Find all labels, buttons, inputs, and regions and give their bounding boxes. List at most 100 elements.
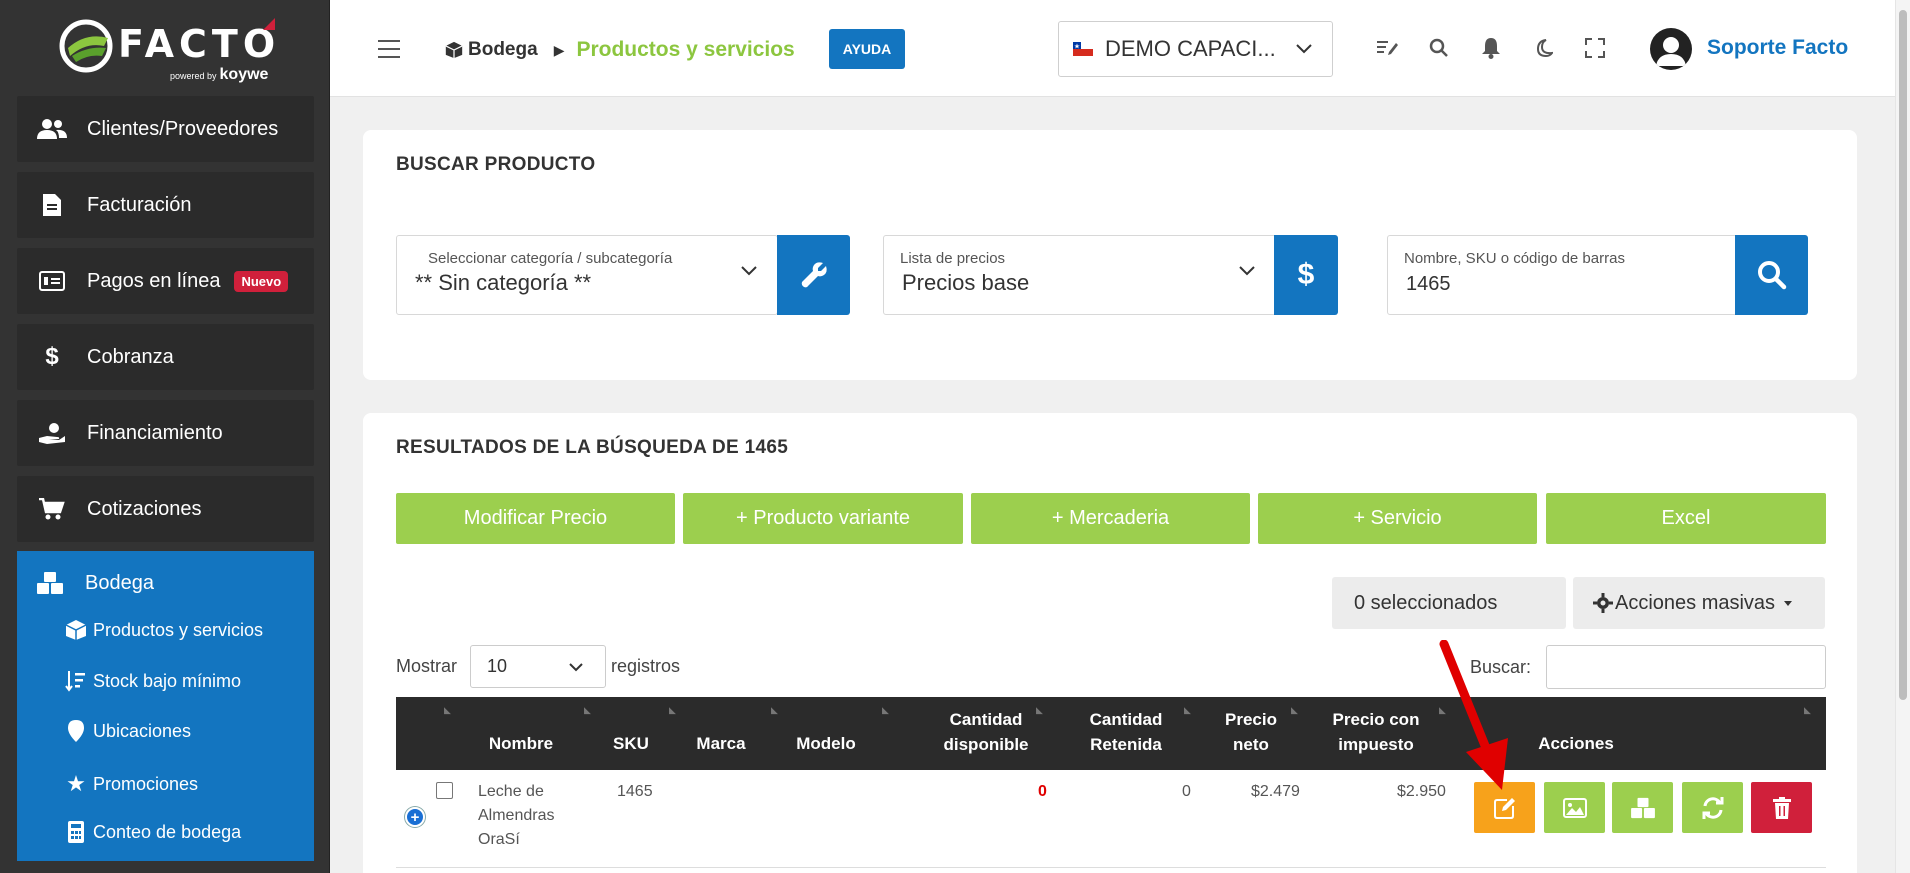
- add-service-button[interactable]: + Servicio: [1258, 493, 1537, 544]
- sidebar-item-label: Bodega: [85, 571, 154, 594]
- pricelist-label: Lista de precios: [900, 250, 1006, 267]
- search-icon[interactable]: [1427, 36, 1451, 60]
- help-button[interactable]: AYUDA: [829, 29, 905, 69]
- sidebar-item-facturacion[interactable]: Facturación: [17, 172, 314, 238]
- expand-row-icon[interactable]: +: [405, 807, 425, 827]
- product-search-value: 1465: [1406, 273, 1451, 295]
- sidebar: FACTO powered by koywe Clientes/Proveedor…: [0, 0, 330, 873]
- product-sync-button[interactable]: [1682, 782, 1743, 833]
- bell-icon[interactable]: [1479, 36, 1503, 60]
- company-name: DEMO CAPACI...: [1105, 36, 1276, 61]
- payment-card-icon: [35, 271, 69, 291]
- chile-flag-icon: [1073, 42, 1093, 56]
- user-avatar[interactable]: [1650, 28, 1692, 70]
- chevron-down-icon: [741, 266, 757, 276]
- sort-icon[interactable]: ◣: [882, 705, 891, 715]
- sidebar-section-bodega: Bodega Productos y servicios Stock bajo …: [17, 551, 314, 861]
- column-header-tax-price[interactable]: Precio con impuesto: [1316, 707, 1436, 757]
- edit-document-icon[interactable]: [1375, 36, 1399, 60]
- column-header-brand[interactable]: Marca: [676, 731, 766, 756]
- product-image-button[interactable]: [1544, 782, 1605, 833]
- sidebar-item-cobranza[interactable]: $ Cobranza: [17, 324, 314, 390]
- moon-icon[interactable]: [1531, 36, 1555, 60]
- sidebar-item-pagos[interactable]: Pagos en línea Nuevo: [17, 248, 314, 314]
- row-checkbox[interactable]: [436, 782, 453, 799]
- bulk-actions-label: Acciones masivas: [1615, 591, 1776, 614]
- excel-export-button[interactable]: Excel: [1546, 493, 1826, 544]
- product-search-button[interactable]: [1735, 235, 1808, 315]
- category-settings-button[interactable]: [777, 235, 850, 315]
- chevron-down-icon: [569, 663, 583, 672]
- category-select[interactable]: Seleccionar categoría / subcategoría ** …: [396, 235, 778, 315]
- users-icon: [35, 118, 69, 140]
- column-header-name[interactable]: Nombre: [466, 731, 576, 756]
- page-length-select[interactable]: 10: [470, 645, 606, 688]
- column-header-qty-available[interactable]: Cantidad disponible: [916, 707, 1056, 757]
- sort-icon[interactable]: ◣: [1804, 705, 1813, 715]
- wrench-icon: [801, 262, 827, 288]
- sort-amount-icon: [63, 670, 89, 692]
- sidebar-item-clientes[interactable]: Clientes/Proveedores: [17, 96, 314, 162]
- topbar: Bodega ▶ Productos y servicios AYUDA DEM…: [330, 0, 1895, 97]
- sort-icon[interactable]: ◣: [584, 705, 593, 715]
- sidebar-subitem-productos[interactable]: Productos y servicios: [63, 619, 263, 641]
- sidebar-subitem-conteo[interactable]: Conteo de bodega: [63, 821, 241, 843]
- sidebar-subitem-label: Ubicaciones: [93, 720, 192, 741]
- sort-icon[interactable]: ◣: [771, 705, 780, 715]
- category-label: Seleccionar categoría / subcategoría: [428, 250, 673, 267]
- page-length-value: 10: [487, 656, 508, 676]
- cart-icon: [35, 498, 69, 520]
- column-header-net-price[interactable]: Precio neto: [1206, 707, 1296, 757]
- table-search-input[interactable]: [1546, 645, 1826, 689]
- caret-down-icon: [1784, 600, 1793, 606]
- column-header-sku[interactable]: SKU: [596, 731, 666, 756]
- boxes-icon: [1630, 797, 1655, 818]
- add-variant-product-button[interactable]: + Producto variante: [683, 493, 963, 544]
- cell-net-price: $2.479: [1251, 783, 1300, 800]
- product-search-input[interactable]: Nombre, SKU o código de barras 1465: [1387, 235, 1737, 315]
- records-label: registros: [611, 656, 681, 676]
- product-stock-button[interactable]: [1612, 782, 1673, 833]
- sidebar-subitem-label: Productos y servicios: [93, 619, 264, 640]
- column-header-model[interactable]: Modelo: [776, 731, 876, 756]
- cell-name-line: Almendras: [478, 807, 555, 824]
- company-select[interactable]: DEMO CAPACI...: [1058, 21, 1333, 77]
- bulk-actions-button[interactable]: Acciones masivas: [1573, 577, 1825, 629]
- sidebar-item-cotizaciones[interactable]: Cotizaciones: [17, 476, 314, 542]
- brand-sub: koywe: [219, 66, 269, 83]
- column-header-qty-held[interactable]: Cantidad Retenida: [1066, 707, 1186, 757]
- sort-icon[interactable]: ◣: [444, 705, 453, 715]
- star-icon: ★: [66, 771, 86, 796]
- column-header-line: Cantidad: [1089, 710, 1163, 729]
- cell-qty-held: 0: [1182, 783, 1191, 800]
- add-merchandise-button[interactable]: + Mercaderia: [971, 493, 1250, 544]
- sidebar-item-bodega[interactable]: Bodega: [33, 571, 154, 595]
- menu-toggle-icon[interactable]: [378, 40, 400, 58]
- delete-product-button[interactable]: [1751, 782, 1812, 833]
- pricelist-select[interactable]: Lista de precios Precios base: [883, 235, 1276, 315]
- calculator-icon: [63, 821, 89, 843]
- search-card: BUSCAR PRODUCTO Seleccionar categoría / …: [363, 130, 1857, 380]
- sidebar-subitem-promociones[interactable]: ★ Promociones: [63, 771, 198, 797]
- show-label: Mostrar: [396, 656, 458, 676]
- pricelist-dollar-button[interactable]: $: [1274, 235, 1338, 315]
- refresh-icon: [1702, 796, 1723, 819]
- sidebar-subitem-ubicaciones[interactable]: Ubicaciones: [63, 720, 191, 742]
- sidebar-item-financiamiento[interactable]: Financiamiento: [17, 400, 314, 466]
- fullscreen-icon[interactable]: [1583, 36, 1607, 60]
- cell-sku: 1465: [617, 783, 653, 800]
- scrollbar-thumb[interactable]: [1899, 10, 1907, 700]
- sort-icon[interactable]: ◣: [669, 705, 678, 715]
- sidebar-item-label: Pagos en línea: [87, 269, 221, 292]
- user-name[interactable]: Soporte Facto: [1707, 36, 1848, 60]
- cell-name: Leche de Almendras OraSí: [478, 780, 554, 852]
- image-icon: [1562, 797, 1587, 818]
- gear-icon: [1593, 593, 1613, 613]
- page-scrollbar[interactable]: [1895, 0, 1910, 873]
- sidebar-item-label: Cobranza: [87, 345, 174, 368]
- sidebar-subitem-stock[interactable]: Stock bajo mínimo: [63, 670, 241, 692]
- sidebar-subitem-label: Promociones: [93, 773, 199, 794]
- modify-price-button[interactable]: Modificar Precio: [396, 493, 675, 544]
- breadcrumb-parent[interactable]: Bodega: [468, 39, 538, 61]
- facto-logo[interactable]: FACTO powered by koywe: [58, 14, 278, 84]
